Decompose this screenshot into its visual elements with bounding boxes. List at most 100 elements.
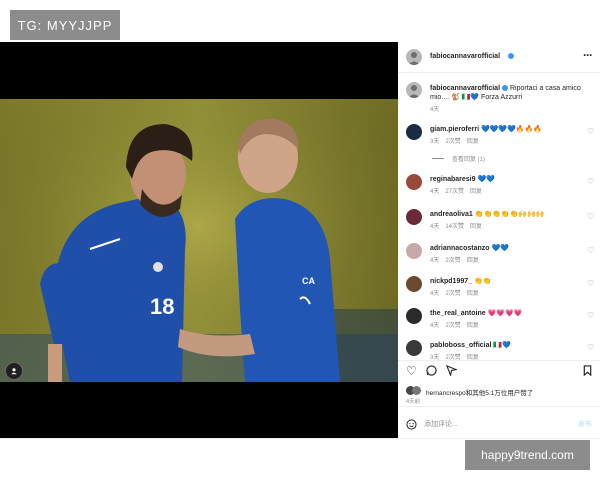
comment-line: pabloboss_official 🇮🇹💙 (430, 341, 580, 350)
comment-meta: 4天 27次赞 回复 (430, 186, 488, 195)
comment-input-bar: 添加评论... 发布 (398, 406, 600, 439)
comment-meta: 4天 2次赞 回复 (430, 255, 485, 264)
commenter-avatar[interactable] (406, 308, 422, 324)
share-icon[interactable] (445, 364, 459, 378)
action-bar: ♡ (398, 360, 600, 381)
comment-likes[interactable]: 2次赞 (445, 323, 460, 329)
more-horizontal-icon[interactable]: ··· (583, 48, 593, 62)
view-replies[interactable]: 查看回复 (1) (398, 154, 600, 164)
comment-like-heart-icon[interactable]: ♡ (587, 343, 594, 352)
reply-link[interactable]: 回复 (470, 224, 482, 230)
comment-meta: 4天 2次赞 回复 (430, 288, 485, 297)
comment-text: 👏👏👏👏👏🙌🙌🙌 (474, 211, 545, 218)
comment-time: 4天 (430, 291, 440, 297)
verified-badge-icon (508, 53, 514, 59)
comment-likes[interactable]: 2次赞 (445, 291, 460, 297)
caption-time: 4天 (430, 107, 440, 113)
comment-input[interactable]: 添加评论... (424, 419, 458, 429)
verified-badge-icon (502, 85, 509, 92)
commenter-avatar[interactable] (406, 340, 422, 356)
comment-likes[interactable]: 14次赞 (445, 224, 464, 230)
post-photo: 18 CA (0, 99, 398, 382)
reply-link[interactable]: 回复 (467, 291, 479, 297)
heart-icon[interactable]: ♡ (406, 365, 417, 377)
comment-text: 💙💙 (477, 176, 495, 183)
user-tag-icon[interactable] (5, 362, 23, 380)
commenter-avatar[interactable] (406, 174, 422, 190)
caption-username[interactable]: fabiocannavarofficial (430, 85, 500, 92)
caption-text-block: fabiocannavarofficial Riportaci a casa a… (430, 84, 590, 102)
comment-time: 4天 (430, 258, 440, 264)
comment-row: the_real_antoine 💗💗💗💗 4天 2次赞 回复 ♡ (398, 306, 600, 334)
commenter-avatar[interactable] (406, 243, 422, 259)
post-comment-button[interactable]: 发布 (578, 419, 592, 429)
comment-like-heart-icon[interactable]: ♡ (587, 279, 594, 288)
comment-like-heart-icon[interactable]: ♡ (587, 311, 594, 320)
liked-by-text[interactable]: hernancrespo和其他5.1万位用户赞了 (426, 387, 533, 397)
comment-meta: 3天 2次赞 回复 (430, 136, 485, 145)
comment-line: adriannacostanzo 💙💙 (430, 244, 580, 253)
comment-likes[interactable]: 27次赞 (445, 189, 464, 195)
comment-meta: 4天 14次赞 回复 (430, 221, 488, 230)
post-time: 4天前 (406, 399, 421, 405)
comment-time: 4天 (430, 189, 440, 195)
commenter-avatar[interactable] (406, 276, 422, 292)
comment-line: nickpd1997_ 👏👏 (430, 277, 580, 286)
comment-line: the_real_antoine 💗💗💗💗 (430, 309, 580, 318)
comment-like-heart-icon[interactable]: ♡ (587, 127, 594, 136)
comment-like-heart-icon[interactable]: ♡ (587, 246, 594, 255)
comment-line: andreaoliva1 👏👏👏👏👏🙌🙌🙌 (430, 210, 580, 219)
commenter-username[interactable]: the_real_antoine (430, 310, 486, 317)
emoji-icon[interactable] (406, 417, 417, 435)
comment-likes[interactable]: 2次赞 (445, 139, 460, 145)
author-avatar[interactable] (406, 49, 422, 65)
comment-row: andreaoliva1 👏👏👏👏👏🙌🙌🙌 4天 14次赞 回复 ♡ (398, 207, 600, 235)
jersey-name: CA (302, 276, 315, 286)
comment-line: giam.pieroferri 💙💙💙💙🔥🔥🔥 (430, 125, 580, 134)
bookmark-icon[interactable] (583, 365, 592, 378)
comment-row: nickpd1997_ 👏👏 4天 2次赞 回复 ♡ (398, 274, 600, 302)
instagram-post: 18 CA fabiocannavarofficial ··· fabiocan… (0, 42, 600, 439)
commenter-avatar[interactable] (406, 209, 422, 225)
comment-time: 3天 (430, 139, 440, 145)
comment-icon[interactable] (426, 365, 437, 378)
post-header: fabiocannavarofficial ··· (398, 42, 600, 73)
reply-link[interactable]: 回复 (467, 258, 479, 264)
reply-link[interactable]: 回复 (470, 189, 482, 195)
comment-like-heart-icon[interactable]: ♡ (587, 212, 594, 221)
jersey-number: 18 (150, 294, 174, 319)
comment-like-heart-icon[interactable]: ♡ (587, 177, 594, 186)
commenter-username[interactable]: nickpd1997_ (430, 278, 472, 285)
caption-row: fabiocannavarofficial Riportaci a casa a… (398, 80, 600, 116)
view-replies-label[interactable]: 查看回复 (1) (452, 154, 485, 163)
watermark-badge: happy9trend.com (465, 440, 590, 470)
comment-line: reginabaresi9 💙💙 (430, 175, 580, 184)
comment-time: 4天 (430, 224, 440, 230)
comment-text: 💙💙 (491, 245, 509, 252)
commenter-username[interactable]: reginabaresi9 (430, 176, 476, 183)
commenter-username[interactable]: giam.pieroferri (430, 126, 479, 133)
author-username[interactable]: fabiocannavarofficial (430, 53, 500, 60)
liker-avatar[interactable] (412, 386, 421, 395)
comment-likes[interactable]: 2次赞 (445, 258, 460, 264)
comment-text: 💙💙💙💙🔥🔥🔥 (480, 126, 542, 133)
comment-text: 🇮🇹💙 (493, 342, 511, 349)
comment-time: 4天 (430, 323, 440, 329)
comment-row: giam.pieroferri 💙💙💙💙🔥🔥🔥 3天 2次赞 回复 ♡ (398, 122, 600, 150)
comment-row: reginabaresi9 💙💙 4天 27次赞 回复 ♡ (398, 172, 600, 200)
post-sidebar: fabiocannavarofficial ··· fabiocannavaro… (398, 42, 600, 438)
comment-meta: 4天 2次赞 回复 (430, 320, 485, 329)
comment-text: 💗💗💗💗 (487, 310, 523, 317)
commenter-username[interactable]: pabloboss_official (430, 342, 491, 349)
reply-link[interactable]: 回复 (467, 139, 479, 145)
tg-tag-badge: TG: MYYJJPP (10, 10, 120, 40)
liked-by-row: hernancrespo和其他5.1万位用户赞了 (398, 384, 600, 397)
post-media[interactable]: 18 CA (0, 42, 398, 438)
reply-link[interactable]: 回复 (467, 323, 479, 329)
caption-avatar[interactable] (406, 82, 422, 98)
comment-row: adriannacostanzo 💙💙 4天 2次赞 回复 ♡ (398, 241, 600, 269)
commenter-username[interactable]: andreaoliva1 (430, 211, 473, 218)
comment-text: 👏👏 (473, 278, 492, 285)
commenter-avatar[interactable] (406, 124, 422, 140)
commenter-username[interactable]: adriannacostanzo (430, 245, 490, 252)
